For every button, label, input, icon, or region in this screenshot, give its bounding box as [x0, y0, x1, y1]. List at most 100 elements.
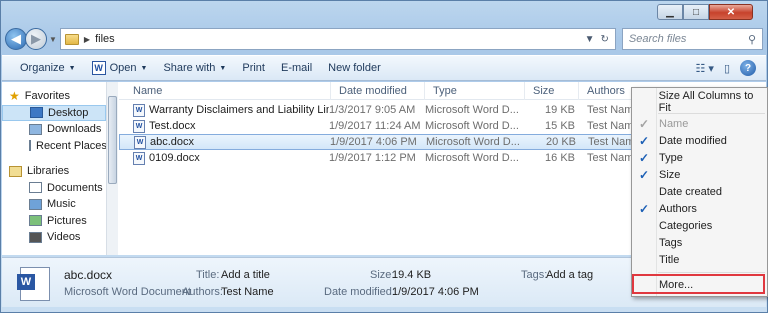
- word-doc-icon: W: [133, 103, 145, 117]
- pictures-icon: [29, 215, 42, 227]
- address-bar[interactable]: ▶ files ▼ ↻: [59, 28, 616, 50]
- open-label: Open: [109, 62, 137, 74]
- menu-item-label: Size: [659, 168, 681, 181]
- menu-item-label: Tags: [659, 236, 683, 249]
- details-size-label: Size:: [370, 269, 395, 281]
- email-button[interactable]: E-mail: [273, 57, 320, 79]
- nav-scroll-thumb[interactable]: [108, 96, 117, 184]
- close-button[interactable]: ✕: [709, 4, 753, 20]
- nav-music-label: Music: [47, 198, 76, 211]
- checkmark-icon: ✓: [638, 167, 650, 182]
- nav-favorites-label: Favorites: [24, 90, 71, 103]
- nav-downloads[interactable]: Downloads: [2, 121, 106, 138]
- file-type: Microsoft Word D...: [425, 104, 519, 116]
- print-button[interactable]: Print: [234, 57, 273, 79]
- checkmark-icon: ✓: [638, 133, 650, 148]
- menu-item-type[interactable]: ✓ Type: [632, 149, 767, 166]
- column-header-size[interactable]: Size: [525, 81, 579, 100]
- details-size-value: 19.4 KB: [392, 269, 432, 281]
- column-header-authors[interactable]: Authors: [579, 82, 639, 100]
- nav-videos[interactable]: Videos: [2, 229, 106, 246]
- menu-item-label: Date created: [659, 185, 722, 198]
- details-title-label: Title:: [196, 269, 220, 281]
- folder-icon: [64, 33, 79, 45]
- organize-button[interactable]: Organize ▼: [12, 57, 84, 79]
- nav-desktop-label: Desktop: [48, 106, 89, 119]
- checkmark-icon: ✓: [638, 116, 650, 131]
- file-size: 20 KB: [546, 136, 576, 148]
- menu-item-date-modified[interactable]: ✓ Date modified: [632, 132, 767, 149]
- column-header-date-modified[interactable]: Date modified: [331, 81, 425, 100]
- maximize-button[interactable]: □: [683, 4, 709, 20]
- nav-videos-label: Videos: [47, 231, 81, 244]
- menu-item-label: Title: [659, 253, 680, 266]
- menu-item-label: Name: [659, 117, 689, 130]
- file-type: Microsoft Word D...: [425, 120, 519, 132]
- column-header-type[interactable]: Type: [425, 81, 525, 100]
- details-authors-value[interactable]: Test Name: [221, 286, 274, 298]
- libraries-icon: [9, 165, 22, 177]
- search-icon: ⚲: [747, 33, 756, 46]
- recent-pages-dropdown-icon[interactable]: ▼: [49, 35, 57, 44]
- menu-item-label: Size All Columns to Fit: [658, 89, 754, 114]
- menu-item-tags[interactable]: Tags: [632, 234, 767, 251]
- nav-music[interactable]: Music: [2, 196, 106, 213]
- column-header-name[interactable]: Name: [119, 81, 331, 100]
- nav-recent-places[interactable]: Recent Places: [2, 138, 107, 155]
- new-folder-button[interactable]: New folder: [320, 57, 389, 79]
- details-date-label: Date modified:: [324, 286, 395, 298]
- details-tags-value[interactable]: Add a tag: [546, 269, 593, 281]
- open-button[interactable]: W Open ▼: [84, 57, 156, 79]
- nav-pictures-label: Pictures: [47, 214, 87, 227]
- nav-scrollbar[interactable]: [106, 82, 118, 255]
- column-context-menu: Size All Columns to Fit ✓ Name ✓ Date modi…: [631, 87, 768, 297]
- word-doc-icon: W: [133, 151, 145, 165]
- change-view-icon[interactable]: ☷ ▾: [695, 62, 713, 75]
- details-filetype: Microsoft Word Document: [64, 286, 191, 298]
- breadcrumb-separator-icon[interactable]: ▶: [84, 35, 90, 44]
- preview-pane-icon[interactable]: ▯: [724, 62, 730, 75]
- menu-item-categories[interactable]: Categories: [632, 217, 767, 234]
- nav-pictures[interactable]: Pictures: [2, 213, 106, 230]
- menu-separator: [658, 272, 765, 273]
- menu-item-title[interactable]: Title: [632, 251, 767, 268]
- file-author: Test Name: [587, 120, 631, 132]
- search-input[interactable]: Search files ⚲: [621, 28, 763, 50]
- menu-item-authors[interactable]: ✓ Authors: [632, 200, 767, 217]
- help-icon[interactable]: ?: [740, 60, 756, 76]
- details-authors-label: Authors:: [182, 286, 223, 298]
- menu-item-date-created[interactable]: Date created: [632, 183, 767, 200]
- menu-item-size[interactable]: ✓ Size: [632, 166, 767, 183]
- file-type: Microsoft Word D...: [425, 152, 519, 164]
- menu-item-size-all-columns[interactable]: Size All Columns to Fit: [632, 90, 767, 114]
- chevron-down-icon: ▼: [219, 64, 227, 72]
- details-filename: abc.docx: [64, 268, 113, 282]
- address-dropdown-icon[interactable]: ▼: [585, 34, 595, 45]
- nav-desktop[interactable]: Desktop: [2, 104, 106, 121]
- email-label: E-mail: [280, 62, 313, 74]
- downloads-icon: [29, 123, 42, 135]
- maximize-icon: □: [692, 6, 700, 18]
- highlight-box: [632, 274, 765, 294]
- nav-documents[interactable]: Documents: [2, 180, 106, 197]
- forward-button[interactable]: ▶: [25, 28, 47, 50]
- menu-item-label: Type: [659, 151, 683, 164]
- file-date: 1/3/2017 9:05 AM: [329, 104, 416, 116]
- word-doc-icon: W: [134, 135, 146, 149]
- file-author: Test Name: [587, 152, 631, 164]
- menu-separator: [658, 113, 765, 114]
- file-size: 19 KB: [545, 104, 575, 116]
- navigation-pane: ★ Favorites Desktop Downloads Recent Plac…: [2, 82, 107, 255]
- refresh-icon[interactable]: ↻: [601, 34, 609, 45]
- address-bar-controls: ▼ ↻: [585, 34, 615, 45]
- minimize-button[interactable]: ▁: [657, 4, 683, 20]
- details-title-value[interactable]: Add a title: [221, 269, 270, 281]
- menu-item-label: Categories: [659, 219, 713, 232]
- file-size: 16 KB: [545, 152, 575, 164]
- address-row: ◀ ▶ ▼ ▶ files ▼ ↻ Search files ⚲: [5, 25, 763, 53]
- back-button[interactable]: ◀: [5, 28, 27, 50]
- breadcrumb-files[interactable]: files: [95, 33, 115, 45]
- nav-libraries[interactable]: Libraries: [2, 163, 106, 180]
- share-with-button[interactable]: Share with ▼: [155, 57, 234, 79]
- nav-favorites[interactable]: ★ Favorites: [2, 88, 106, 105]
